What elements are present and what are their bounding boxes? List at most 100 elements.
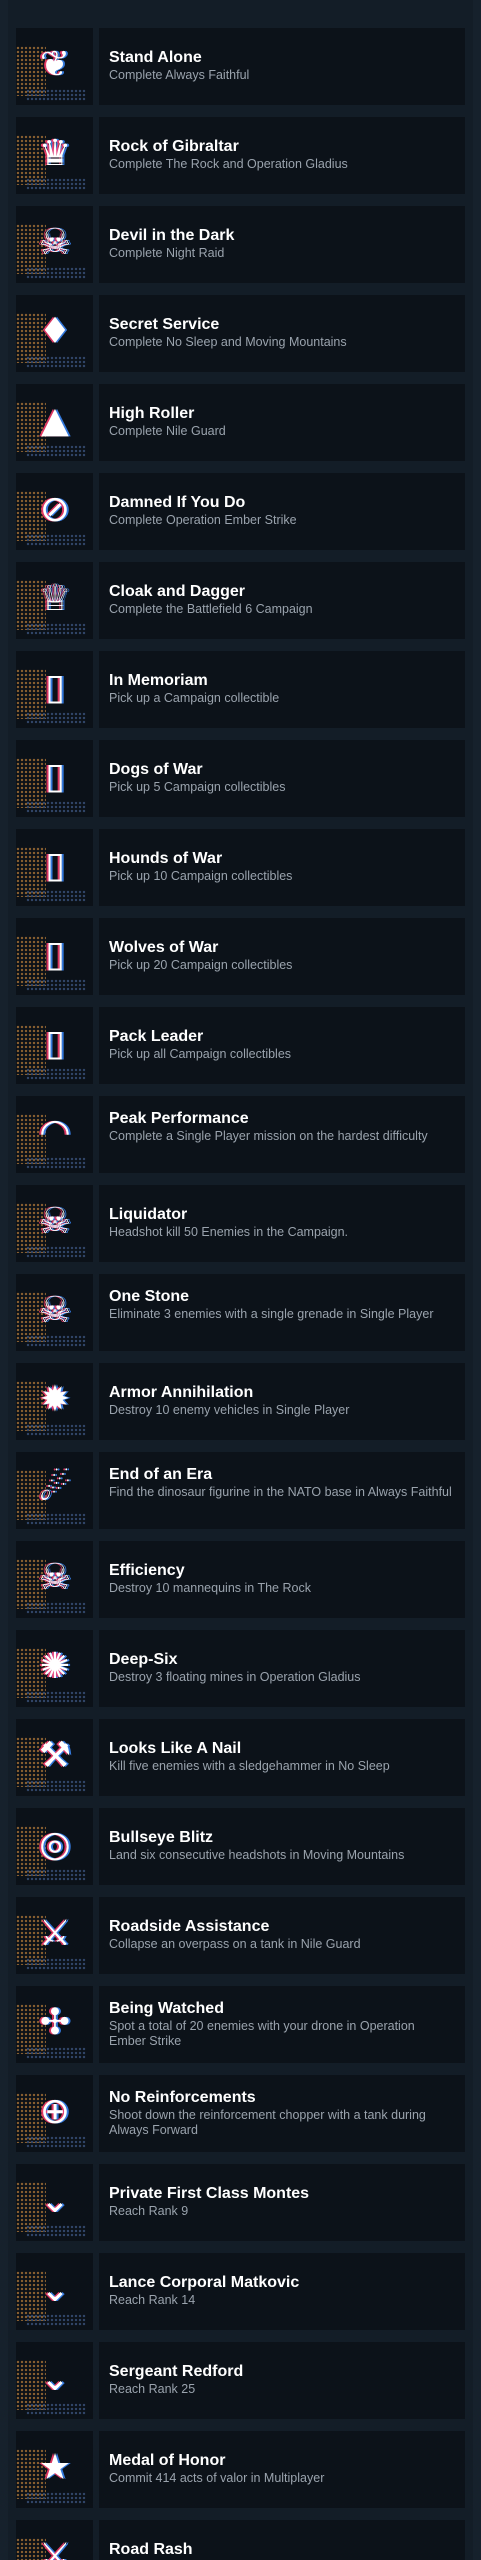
achievement-description: Reach Rank 25 bbox=[109, 2382, 196, 2396]
achievement-title: Looks Like A Nail bbox=[109, 1740, 242, 1757]
achievement-row[interactable]: ⊕ No Reinforcements Shoot down the reinfo… bbox=[16, 2075, 465, 2152]
achievement-title: Secret Service bbox=[109, 316, 220, 333]
dog-tag-20-icon: ▯ bbox=[16, 918, 93, 995]
achievement-description: Reach Rank 14 bbox=[109, 2293, 196, 2307]
burst-icon: ✹ bbox=[16, 1363, 93, 1440]
achievement-row[interactable]: ❦ Stand Alone Complete Always Faithful bbox=[16, 28, 465, 105]
achievement-title: Devil in the Dark bbox=[109, 227, 235, 244]
achievement-description: Headshot kill 50 Enemies in the Campaign… bbox=[109, 1225, 349, 1239]
achievement-title: High Roller bbox=[109, 405, 195, 422]
mountain-arc-icon: ▲ bbox=[16, 384, 93, 461]
road-rash-icon: ⚔ bbox=[16, 2520, 93, 2560]
achievement-title: Hounds of War bbox=[109, 850, 223, 867]
achievement-title: In Memoriam bbox=[109, 672, 208, 689]
achievement-title: Being Watched bbox=[109, 2000, 224, 2017]
achievement-row[interactable]: ✣ Being Watched Spot a total of 20 enemie… bbox=[16, 1986, 465, 2063]
achievement-description: Pick up all Campaign collectibles bbox=[109, 1047, 292, 1061]
achievement-description: Land six consecutive headshots in Moving… bbox=[109, 1848, 405, 1862]
achievement-description: Destroy 3 floating mines in Operation Gl… bbox=[109, 1670, 361, 1684]
achievement-title: Stand Alone bbox=[109, 49, 202, 66]
exploding-skull-icon: ☠ bbox=[16, 1274, 93, 1351]
achievement-row[interactable]: ▯ Pack Leader Pick up all Campaign collec… bbox=[16, 1007, 465, 1084]
achievement-row[interactable]: ☠ Liquidator Headshot kill 50 Enemies in … bbox=[16, 1185, 465, 1262]
achievement-title: Dogs of War bbox=[109, 761, 203, 778]
naval-mine-icon: ✺ bbox=[16, 1630, 93, 1707]
achievement-row[interactable]: ▲ High Roller Complete Nile Guard bbox=[16, 384, 465, 461]
achievement-title: Armor Annihilation bbox=[109, 1384, 254, 1401]
star-medal-icon: ★ bbox=[16, 2431, 93, 2508]
achievement-title: Sergeant Redford bbox=[109, 2363, 244, 2380]
achievement-row[interactable]: ⚔ Road Rash bbox=[16, 2520, 465, 2560]
achievement-row[interactable]: ⚒ Looks Like A Nail Kill five enemies wit… bbox=[16, 1719, 465, 1796]
achievement-list: ❦ Stand Alone Complete Always Faithful ♛ … bbox=[16, 28, 465, 2560]
rank-chevron-icon: ⌄ bbox=[16, 2342, 93, 2419]
achievement-description: Destroy 10 enemy vehicles in Single Play… bbox=[109, 1403, 350, 1417]
dog-tag-bf-icon: ▯ bbox=[16, 1007, 93, 1084]
suit-tie-icon: ♦ bbox=[16, 295, 93, 372]
winged-skull-icon: ☠ bbox=[16, 1185, 93, 1262]
achievement-row[interactable]: ☠ One Stone Eliminate 3 enemies with a si… bbox=[16, 1274, 465, 1351]
achievement-title: End of an Era bbox=[109, 1466, 213, 1483]
achievement-row[interactable]: ✺ Deep-Six Destroy 3 floating mines in Op… bbox=[16, 1630, 465, 1707]
achievement-title: Peak Performance bbox=[109, 1110, 249, 1127]
dog-tag-05-icon: ▯ bbox=[16, 740, 93, 817]
achievement-row[interactable]: ★ Medal of Honor Commit 414 acts of valor… bbox=[16, 2431, 465, 2508]
laurel-crest-icon: ❦ bbox=[16, 28, 93, 105]
achievement-title: Wolves of War bbox=[109, 939, 219, 956]
achievement-description: Spot a total of 20 enemies with your dro… bbox=[109, 2019, 415, 2048]
achievement-row[interactable]: ☄ End of an Era Find the dinosaur figurin… bbox=[16, 1452, 465, 1529]
achievement-description: Reach Rank 9 bbox=[109, 2204, 189, 2218]
achievement-description: Eliminate 3 enemies with a single grenad… bbox=[109, 1307, 434, 1321]
achievement-title: Rock of Gibraltar bbox=[109, 138, 239, 155]
achievement-description: Commit 414 acts of valor in Multiplayer bbox=[109, 2471, 325, 2485]
achievement-description: Complete Nile Guard bbox=[109, 424, 226, 438]
no-signal-icon: ⊘ bbox=[16, 473, 93, 550]
achievement-title: Lance Corporal Matkovic bbox=[109, 2274, 300, 2291]
achievement-description: Find the dinosaur figurine in the NATO b… bbox=[109, 1485, 452, 1499]
bf-trophy-icon: ♕ bbox=[16, 562, 93, 639]
achievement-description: Shoot down the reinforcement chopper wit… bbox=[109, 2108, 426, 2137]
achievement-row[interactable]: ◠ Peak Performance Complete a Single Play… bbox=[16, 1096, 465, 1173]
achievement-description: Complete No Sleep and Moving Mountains bbox=[109, 335, 347, 349]
achievement-row[interactable]: ⊘ Damned If You Do Complete Operation Emb… bbox=[16, 473, 465, 550]
achievement-row[interactable]: ♦ Secret Service Complete No Sleep and Mo… bbox=[16, 295, 465, 372]
achievement-row[interactable]: ◎ Bullseye Blitz Land six consecutive hea… bbox=[16, 1808, 465, 1885]
achievement-description: Complete Operation Ember Strike bbox=[109, 513, 297, 527]
achievement-row[interactable]: ⌄ Sergeant Redford Reach Rank 25 bbox=[16, 2342, 465, 2419]
achievement-title: One Stone bbox=[109, 1288, 190, 1305]
achievement-description: Pick up 20 Campaign collectibles bbox=[109, 958, 293, 972]
achievement-row[interactable]: ⚔ Roadside Assistance Collapse an overpas… bbox=[16, 1897, 465, 1974]
achievement-row[interactable]: ♕ Cloak and Dagger Complete the Battlefie… bbox=[16, 562, 465, 639]
achievement-title: Bullseye Blitz bbox=[109, 1829, 214, 1846]
achievement-row[interactable]: ☠ Efficiency Destroy 10 mannequins in The… bbox=[16, 1541, 465, 1618]
achievement-title: Liquidator bbox=[109, 1206, 188, 1223]
achievement-description: Complete the Battlefield 6 Campaign bbox=[109, 602, 313, 616]
achievement-description: Complete The Rock and Operation Gladius bbox=[109, 157, 348, 171]
meteor-icon: ☄ bbox=[16, 1452, 93, 1529]
achievement-description: Kill five enemies with a sledgehammer in… bbox=[109, 1759, 390, 1773]
achievement-description: Collapse an overpass on a tank in Nile G… bbox=[109, 1937, 361, 1951]
achievement-title: Efficiency bbox=[109, 1562, 185, 1579]
dog-tag-01-icon: ▯ bbox=[16, 651, 93, 728]
crossed-wrenches-icon: ⚔ bbox=[16, 1897, 93, 1974]
rank-chevron-icon: ⌄ bbox=[16, 2253, 93, 2330]
achievement-row[interactable]: ▯ In Memoriam Pick up a Campaign collecti… bbox=[16, 651, 465, 728]
officer-skull-icon: ☠ bbox=[16, 1541, 93, 1618]
speedometer-icon: ◠ bbox=[16, 1096, 93, 1173]
achievement-row[interactable]: ♛ Rock of Gibraltar Complete The Rock and… bbox=[16, 117, 465, 194]
achievement-row[interactable]: ☠ Devil in the Dark Complete Night Raid bbox=[16, 206, 465, 283]
rank-chevron-icon: ⌄ bbox=[16, 2164, 93, 2241]
achievement-row[interactable]: ▯ Wolves of War Pick up 20 Campaign colle… bbox=[16, 918, 465, 995]
achievement-description: Complete Always Faithful bbox=[109, 68, 250, 82]
achievement-description: Pick up 5 Campaign collectibles bbox=[109, 780, 286, 794]
achievement-row[interactable]: ▯ Dogs of War Pick up 5 Campaign collecti… bbox=[16, 740, 465, 817]
achievement-row[interactable]: ▯ Hounds of War Pick up 10 Campaign colle… bbox=[16, 829, 465, 906]
achievement-row[interactable]: ⌄ Private First Class Montes Reach Rank 9 bbox=[16, 2164, 465, 2241]
achievement-row[interactable]: ⌄ Lance Corporal Matkovic Reach Rank 14 bbox=[16, 2253, 465, 2330]
crowned-skull-icon: ♛ bbox=[16, 117, 93, 194]
horned-skull-icon: ☠ bbox=[16, 206, 93, 283]
achievement-description: Pick up a Campaign collectible bbox=[109, 691, 280, 705]
achievement-description: Complete Night Raid bbox=[109, 246, 225, 260]
achievement-row[interactable]: ✹ Armor Annihilation Destroy 10 enemy veh… bbox=[16, 1363, 465, 1440]
achievement-title: Deep-Six bbox=[109, 1651, 178, 1668]
